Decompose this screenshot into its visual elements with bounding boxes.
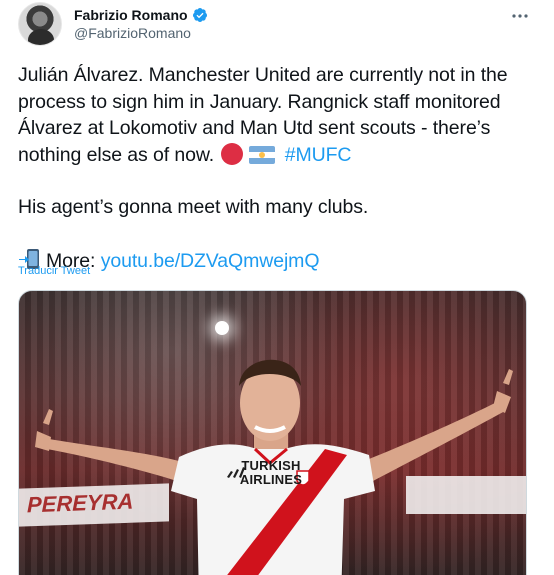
- player-figure: [35, 359, 513, 575]
- verified-badge-icon: [192, 8, 207, 22]
- tweet-paragraph-3: More: youtu.be/DZVaQmwejmQ: [18, 247, 540, 275]
- sponsor-line-2: AIRLINES: [239, 472, 303, 487]
- tweet-header: Fabrizio Romano @FabrizioRomano: [18, 0, 536, 54]
- sponsor-line-1: TURKISH: [241, 458, 301, 473]
- tweet-card: Fabrizio Romano @FabrizioRomano Julián Á…: [0, 0, 554, 575]
- youtube-link[interactable]: youtu.be/DZVaQmwejmQ: [101, 250, 320, 272]
- hashtag-link[interactable]: #MUFC: [285, 144, 352, 166]
- tweet-paragraph-2: His agent’s gonna meet with many clubs.: [18, 196, 369, 218]
- argentina-flag-icon: [249, 145, 276, 164]
- avatar[interactable]: [18, 2, 62, 46]
- author-handle[interactable]: @FabrizioRomano: [74, 25, 208, 41]
- display-name-row: Fabrizio Romano: [74, 7, 208, 23]
- author-display-name[interactable]: Fabrizio Romano: [74, 7, 188, 23]
- translate-tweet-link[interactable]: Traducir Tweet: [18, 265, 90, 277]
- tweet-paragraph-1: Julián Álvarez. Manchester United are cu…: [18, 62, 540, 168]
- tweet-body: Julián Álvarez. Manchester United are cu…: [18, 62, 540, 274]
- more-options-icon[interactable]: [506, 6, 534, 26]
- jersey-sponsor: TURKISH AIRLINES: [231, 459, 311, 487]
- red-circle-icon: [221, 142, 244, 165]
- author-block: Fabrizio Romano @FabrizioRomano: [74, 7, 208, 41]
- tweet-photo[interactable]: PEREYRA TURKISH AIRLINES: [18, 290, 527, 575]
